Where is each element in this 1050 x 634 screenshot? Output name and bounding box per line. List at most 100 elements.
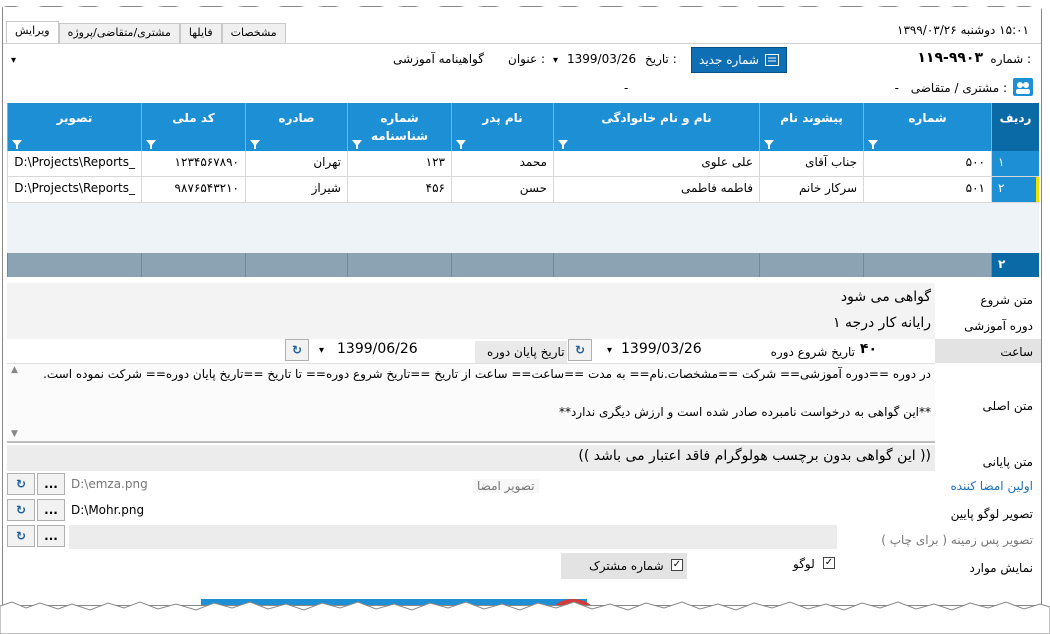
filter-icon[interactable] [352, 140, 362, 149]
column-fullname[interactable]: نام و نام خانوادگی [553, 103, 759, 151]
cell-id-number[interactable]: ۴۵۶ [347, 177, 451, 202]
cell-number[interactable]: ۵۰۰ [863, 151, 991, 176]
filter-icon[interactable] [558, 140, 568, 149]
background-reset-button[interactable]: ↻ [7, 525, 35, 547]
customer-label: مشتری / متقاضی : [910, 81, 1007, 95]
hours-label: ساعت [1000, 345, 1033, 359]
column-father[interactable]: نام پدر [451, 103, 553, 151]
column-row[interactable]: ردیف [991, 103, 1039, 151]
new-number-button[interactable]: شماره جدید [691, 47, 787, 73]
cell-prefix[interactable]: جناب آقای [759, 151, 863, 176]
end-text-label: متن پایانی [982, 455, 1033, 469]
column-label: شماره [908, 111, 947, 125]
cell-issued[interactable]: تهران [245, 151, 347, 176]
title-dropdown-icon[interactable]: ▾ [11, 55, 16, 66]
start-text-input[interactable]: گواهی می شود [841, 289, 931, 305]
filter-icon[interactable] [456, 140, 466, 149]
footer-cell [759, 253, 863, 277]
column-label: کد ملی [172, 111, 215, 125]
footer-cell [245, 253, 347, 277]
footer-cell [451, 253, 553, 277]
table-row[interactable]: ۲ ۵۰۱ سرکار خانم فاطمه فاطمی حسن ۴۵۶ شیر… [7, 177, 1039, 203]
cell-id-number[interactable]: ۱۲۳ [347, 151, 451, 176]
filter-icon[interactable] [764, 140, 774, 149]
cell-image[interactable]: D:\Projects\Reports_ [7, 151, 141, 176]
main-window: ویرایش مشتری/متقاضی/پروژه فایلها مشخصات … [2, 6, 1042, 606]
number-value: ۱۱۹-۹۹۰۳ [917, 50, 983, 66]
course-start-dropdown-icon[interactable]: ▾ [607, 345, 612, 356]
cell-prefix[interactable]: سرکار خانم [759, 177, 863, 202]
tab-specs[interactable]: مشخصات [221, 23, 286, 43]
logo-label: تصویر لوگو پایین [950, 507, 1033, 521]
signature-path: D:\emza.png [71, 477, 148, 491]
background-browse-button[interactable]: ... [37, 525, 65, 547]
column-number[interactable]: شماره [863, 103, 991, 151]
tab-customer-project[interactable]: مشتری/متقاضی/پروژه [58, 23, 180, 43]
column-prefix[interactable]: پیشوند نام [759, 103, 863, 151]
cell-father[interactable]: محمد [451, 151, 553, 176]
course-end-input[interactable]: 1399/06/26 [337, 341, 418, 357]
scroll-down-icon[interactable]: ▼ [11, 429, 18, 439]
refresh-icon: ↻ [574, 343, 586, 357]
show-items-label: نمایش موارد [969, 561, 1034, 575]
footer-cell [863, 253, 991, 277]
date-dropdown-icon[interactable]: ▾ [553, 55, 558, 66]
table-row[interactable]: ۱ ۵۰۰ جناب آقای علی علوی محمد ۱۲۳ تهران … [7, 151, 1039, 177]
signature-reset-button[interactable]: ↻ [7, 473, 35, 495]
logo-checkbox[interactable]: ✓ [823, 557, 835, 569]
logo-check-label: لوگو [793, 557, 815, 571]
column-id-number[interactable]: شماره شناسنامه [347, 103, 451, 151]
footer-cell [347, 253, 451, 277]
cell-national-code[interactable]: ۱۲۳۴۵۶۷۸۹۰ [141, 151, 245, 176]
course-end-label: تاریخ پایان دوره [487, 345, 565, 359]
cell-number[interactable]: ۵۰۱ [863, 177, 991, 202]
cell-national-code[interactable]: ۹۸۷۶۵۴۳۲۱۰ [141, 177, 245, 202]
hours-input[interactable]: ۴۰ [860, 341, 877, 357]
filter-icon[interactable] [250, 140, 260, 149]
column-national-code[interactable]: کد ملی [141, 103, 245, 151]
column-label: تصویر [56, 111, 93, 125]
course-end-dropdown-icon[interactable]: ▾ [319, 345, 324, 356]
browse-label: ... [44, 529, 58, 543]
column-label: ردیف [999, 111, 1032, 125]
logo-browse-button[interactable]: ... [37, 499, 65, 521]
cell-fullname[interactable]: فاطمه فاطمی [553, 177, 759, 202]
cell-fullname[interactable]: علی علوی [553, 151, 759, 176]
filter-icon[interactable] [12, 140, 22, 149]
column-issued[interactable]: صادره [245, 103, 347, 151]
course-start-reset-button[interactable]: ↻ [568, 339, 592, 361]
logo-reset-button[interactable]: ↻ [7, 499, 35, 521]
grid-empty-area [7, 203, 1039, 253]
filter-icon[interactable] [868, 140, 878, 149]
row-count: ۲ [991, 253, 1039, 277]
signature-browse-button[interactable]: ... [37, 473, 65, 495]
tab-edit[interactable]: ویرایش [6, 21, 59, 43]
start-text-label: متن شروع [980, 293, 1033, 307]
tab-files[interactable]: فایلها [179, 23, 222, 43]
signature-image-label: تصویر امضا [473, 479, 539, 493]
date-value[interactable]: 1399/03/26 [567, 52, 636, 66]
refresh-icon: ↻ [15, 529, 27, 543]
filter-icon[interactable] [146, 140, 156, 149]
cell-issued[interactable]: شیراز [245, 177, 347, 202]
scroll-up-icon[interactable]: ▲ [11, 365, 18, 375]
title-label: عنوان : [508, 52, 545, 66]
first-signer-label[interactable]: اولین امضا کننده [939, 479, 1037, 493]
background-path-field[interactable] [69, 525, 837, 549]
customer-no-checkbox[interactable]: ✓ [671, 559, 683, 571]
title-value[interactable]: گواهینامه آموزشی [393, 52, 484, 66]
grid-header: ردیف شماره پیشوند نام نام و نام خانوادگی… [7, 103, 1039, 151]
end-text-input[interactable]: (( این گواهی بدون برچسب هولوگرام فاقد اع… [578, 448, 931, 464]
course-start-input[interactable]: 1399/03/26 [621, 341, 702, 357]
main-text-label: متن اصلی [982, 399, 1034, 413]
cell-father[interactable]: حسن [451, 177, 553, 202]
column-image[interactable]: تصویر [7, 103, 141, 151]
row-number: ۱ [991, 151, 1039, 176]
cell-image[interactable]: D:\Projects\Reports_ [7, 177, 141, 202]
date-label: تاریخ : [645, 52, 677, 66]
course-input[interactable]: رایانه کار درجه ۱ [833, 315, 931, 331]
column-label: پیشوند نام [780, 111, 843, 125]
course-end-reset-button[interactable]: ↻ [285, 339, 309, 361]
refresh-icon: ↻ [15, 503, 27, 517]
customer-dash: - [624, 81, 629, 95]
